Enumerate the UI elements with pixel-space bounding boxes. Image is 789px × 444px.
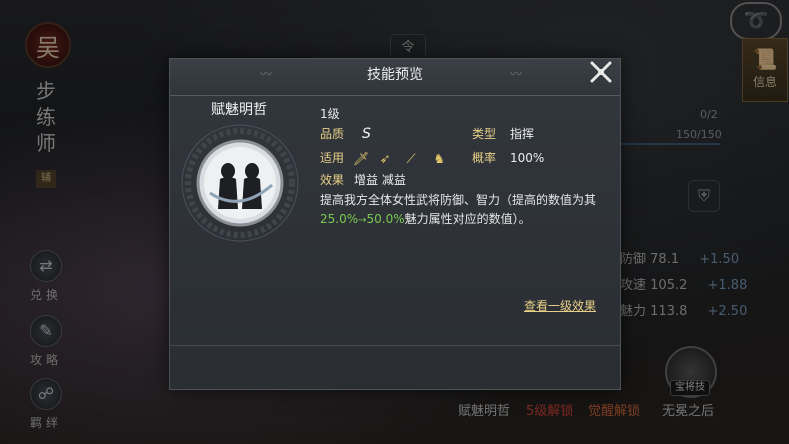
applicable-label: 适用 xyxy=(320,151,345,165)
desc-prefix: 提高我方全体女性武将防御、智力（提高的数值为其 xyxy=(320,193,597,207)
rate-value: 100% xyxy=(510,151,545,165)
rate-label: 概率 xyxy=(472,151,497,165)
desc-suffix: 魅力属性对应的数值）。 xyxy=(404,212,531,226)
close-icon xyxy=(590,61,612,83)
effect-label: 效果 xyxy=(320,173,345,187)
dialog-title: 技能预览 xyxy=(367,67,423,83)
type-label: 类型 xyxy=(472,127,497,141)
dialog-header: 〰 〰 技能预览 xyxy=(170,59,620,96)
desc-value-from: 25.0% xyxy=(320,212,359,226)
bow-icon: ➶ xyxy=(379,151,391,167)
quality-value: S xyxy=(362,126,371,142)
type-value: 指挥 xyxy=(510,127,535,141)
skill-level: 1级 xyxy=(320,107,340,121)
skill-description: 提高我方全体女性武将防御、智力（提高的数值为其 25.0%→50.0%魅力属性对应… xyxy=(320,191,610,230)
horse-icon: ♞ xyxy=(433,151,445,167)
effect-row: 效果 增益 减益 xyxy=(320,171,406,188)
desc-value-to: 50.0% xyxy=(366,212,405,226)
close-button[interactable] xyxy=(586,59,616,89)
sword-icon: 🗡 xyxy=(352,151,370,167)
effect-values: 增益 减益 xyxy=(354,173,406,187)
spear-icon: ⟋ xyxy=(406,151,416,167)
skill-preview-dialog: 〰 〰 技能预览 赋魅明哲 1级 品质 S 类型 指挥 适用 🗡 ➶ ⟋ ♞ 概… xyxy=(169,58,621,390)
applicable-row: 适用 🗡 ➶ ⟋ ♞ xyxy=(320,149,451,167)
quality-row: 品质 S xyxy=(320,125,371,142)
quality-label: 品质 xyxy=(320,127,345,141)
type-row: 类型 指挥 xyxy=(472,125,534,142)
dialog-footer-divider xyxy=(170,345,620,346)
skill-icon xyxy=(180,123,300,243)
rate-row: 概率 100% xyxy=(472,149,544,166)
desc-arrow: → xyxy=(358,215,367,226)
skill-name: 赋魅明哲 xyxy=(211,102,267,118)
view-level1-effect-link[interactable]: 查看一级效果 xyxy=(524,297,596,314)
